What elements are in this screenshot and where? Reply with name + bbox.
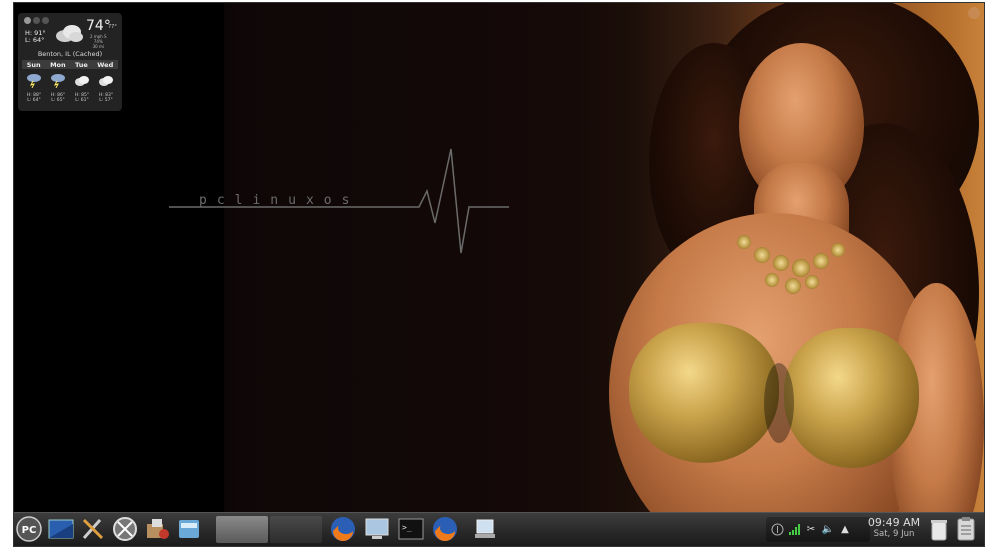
virtual-desktop-1[interactable] <box>216 516 268 543</box>
weather-details: 2 mph S 74% 30 mi <box>90 34 107 49</box>
desktop-toolbox-icon[interactable] <box>968 7 980 19</box>
notification-arrow-icon[interactable]: ▲ <box>838 523 852 537</box>
feels-like-temperature: 77° <box>108 24 117 30</box>
taskbar: PC >_ ✂ 🔈 ▲ 09:49 AM Sat, 9 Jun <box>14 512 984 546</box>
thunderstorm-icon <box>51 74 65 88</box>
clock[interactable]: 09:49 AM Sat, 9 Jun <box>859 516 929 540</box>
desktop-icon[interactable] <box>48 516 74 542</box>
thunderstorm-icon <box>27 74 41 88</box>
forecast-temps: H: 88° L: 64° H: 86° L: 65° H: 85° L: 61° H… <box>26 93 114 103</box>
network-signal-icon[interactable] <box>787 523 801 537</box>
clipboard-klipper-icon[interactable] <box>954 516 978 542</box>
screenshot-icon[interactable] <box>470 516 500 542</box>
cloudy-icon <box>99 76 113 86</box>
firefox-icon[interactable] <box>430 516 460 542</box>
terminal-icon[interactable]: >_ <box>396 516 426 542</box>
wallpaper-figure <box>589 3 984 546</box>
weather-location: Benton, IL (Cached) <box>37 50 103 58</box>
forecast-days: Sun Mon Tue Wed <box>22 60 118 69</box>
package-manager-icon[interactable] <box>144 516 170 542</box>
firefox-icon[interactable] <box>328 516 358 542</box>
remote-desktop-icon[interactable] <box>362 516 392 542</box>
clock-date: Sat, 9 Jun <box>873 529 915 539</box>
clock-time: 09:49 AM <box>867 516 921 529</box>
system-tools-icon[interactable] <box>80 516 106 542</box>
svg-text:>_: >_ <box>402 523 412 532</box>
weather-widget[interactable]: H: 91° L: 64° 74° 77° 2 mph S 74% 30 mi … <box>18 13 122 111</box>
cloudy-icon <box>56 25 83 42</box>
system-tray: ✂ 🔈 ▲ <box>766 517 870 542</box>
pclinuxos-wordmark: pclinuxos <box>199 193 360 208</box>
update-icon[interactable] <box>770 523 784 537</box>
virtual-desktop-2[interactable] <box>270 516 322 543</box>
cloudy-icon <box>75 76 89 86</box>
widget-controls[interactable] <box>24 17 49 24</box>
desktop: pclinuxos H: 91° L: 64° 74° 77° 2 mph S … <box>14 3 984 546</box>
volume-icon[interactable]: 🔈 <box>821 523 835 537</box>
trash-icon[interactable] <box>928 516 950 542</box>
high-low: H: 91° L: 64° <box>25 29 46 44</box>
svg-text:PC: PC <box>22 525 37 536</box>
control-center-icon[interactable] <box>112 516 138 542</box>
pclinuxos-menu-icon[interactable]: PC <box>16 516 42 542</box>
forecast-icons <box>22 72 118 88</box>
file-manager-icon[interactable] <box>176 516 202 542</box>
wallpaper <box>14 3 984 546</box>
clipboard-icon[interactable]: ✂ <box>804 523 818 537</box>
